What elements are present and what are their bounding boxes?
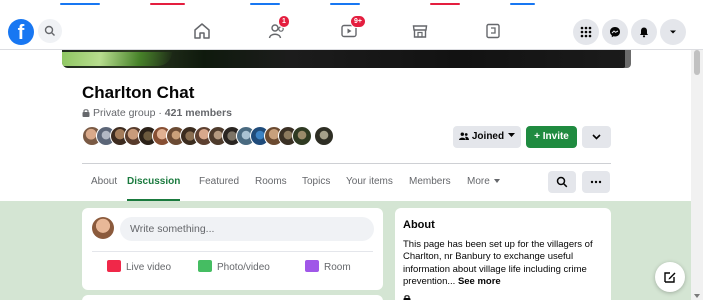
room-icon (305, 260, 319, 272)
page-scrollbar[interactable] (691, 50, 703, 300)
write-something-input[interactable]: Write something... (120, 217, 374, 241)
live-video-label: Live video (126, 262, 172, 273)
search-icon (44, 25, 55, 36)
chevron-down-icon (592, 134, 601, 140)
tab-your-items[interactable]: Your items (346, 164, 393, 201)
tab-topics[interactable]: Topics (302, 164, 330, 201)
photo-video-button[interactable]: Photo/video (198, 260, 270, 276)
notifications-icon (640, 27, 648, 38)
more-options-button[interactable] (582, 126, 611, 148)
nav-friends-tab[interactable]: 1 (262, 15, 292, 44)
nav-marketplace-tab[interactable] (405, 18, 435, 44)
group-privacy[interactable]: Private group (93, 107, 155, 119)
about-title: About (403, 219, 435, 231)
tab-more-label: More (467, 176, 490, 187)
tab-more[interactable]: More (467, 164, 500, 201)
friends-badge: 1 (278, 15, 290, 28)
menu-grid-icon (580, 26, 592, 38)
search-button[interactable] (38, 19, 62, 43)
notifications-button[interactable] (631, 19, 657, 45)
marketplace-icon (412, 25, 428, 38)
photo-video-label: Photo/video (217, 262, 270, 273)
scrollbar-thumb[interactable] (694, 50, 700, 75)
avatar[interactable] (292, 126, 312, 146)
group-tabs: About Discussion Featured Rooms Topics Y… (82, 164, 611, 201)
member-count[interactable]: 421 members (165, 107, 232, 119)
joined-button[interactable]: Joined (453, 126, 521, 148)
search-icon (556, 176, 568, 188)
invite-button[interactable]: + Invite (526, 126, 577, 148)
lock-icon (82, 109, 90, 117)
cover-photo-edge (625, 50, 631, 68)
group-more-button[interactable] (582, 171, 610, 193)
chevron-down-icon (508, 133, 516, 137)
live-video-button[interactable]: Live video (107, 260, 171, 276)
nav-gaming-tab[interactable] (478, 18, 508, 44)
avatar[interactable] (314, 126, 334, 146)
create-post-card: Write something... Live video Photo/vide… (82, 208, 383, 290)
lock-icon (403, 295, 411, 300)
top-navigation-bar: f 1 9+ (0, 8, 703, 50)
nav-home-tab[interactable] (187, 18, 217, 44)
card-divider (92, 251, 373, 252)
account-caret-icon (670, 30, 676, 34)
about-card: About This page has been set up for the … (395, 208, 611, 300)
new-message-button[interactable] (655, 262, 685, 292)
tab-rooms[interactable]: Rooms (255, 164, 287, 201)
scroll-down-arrow-icon[interactable] (694, 294, 700, 298)
more-dots-icon (590, 180, 602, 184)
member-avatars[interactable] (82, 126, 342, 147)
next-post-card (82, 295, 383, 300)
group-title[interactable]: Charlton Chat (82, 83, 194, 103)
messenger-icon (610, 27, 620, 38)
compose-icon (664, 272, 676, 283)
room-button[interactable]: Room (305, 260, 351, 276)
group-header: Charlton Chat Private group · 421 member… (0, 50, 691, 201)
facebook-logo[interactable]: f (8, 19, 34, 45)
tab-featured[interactable]: Featured (199, 164, 239, 201)
see-more-link[interactable]: See more (458, 276, 501, 287)
tab-about[interactable]: About (91, 164, 117, 201)
tab-members[interactable]: Members (409, 164, 451, 201)
tab-discussion[interactable]: Discussion (127, 164, 181, 201)
cover-photo (62, 50, 629, 68)
group-search-button[interactable] (548, 171, 576, 193)
watch-badge: 9+ (350, 15, 366, 28)
about-description: This page has been set up for the villag… (403, 239, 603, 288)
joined-label: Joined (471, 131, 505, 142)
home-icon (194, 23, 210, 39)
menu-button[interactable] (573, 19, 599, 45)
photo-video-icon (198, 260, 212, 272)
live-video-icon (107, 260, 121, 272)
user-avatar[interactable] (92, 217, 114, 239)
members-icon (458, 132, 469, 140)
messenger-button[interactable] (602, 19, 628, 45)
meta-separator: · (158, 107, 162, 119)
room-label: Room (324, 262, 351, 273)
caret-down-icon (493, 179, 500, 183)
group-meta: Private group · 421 members (82, 107, 232, 119)
nav-watch-tab[interactable]: 9+ (334, 15, 366, 44)
account-button[interactable] (660, 19, 686, 45)
gaming-icon (486, 23, 500, 39)
browser-tab-strip (0, 0, 703, 8)
